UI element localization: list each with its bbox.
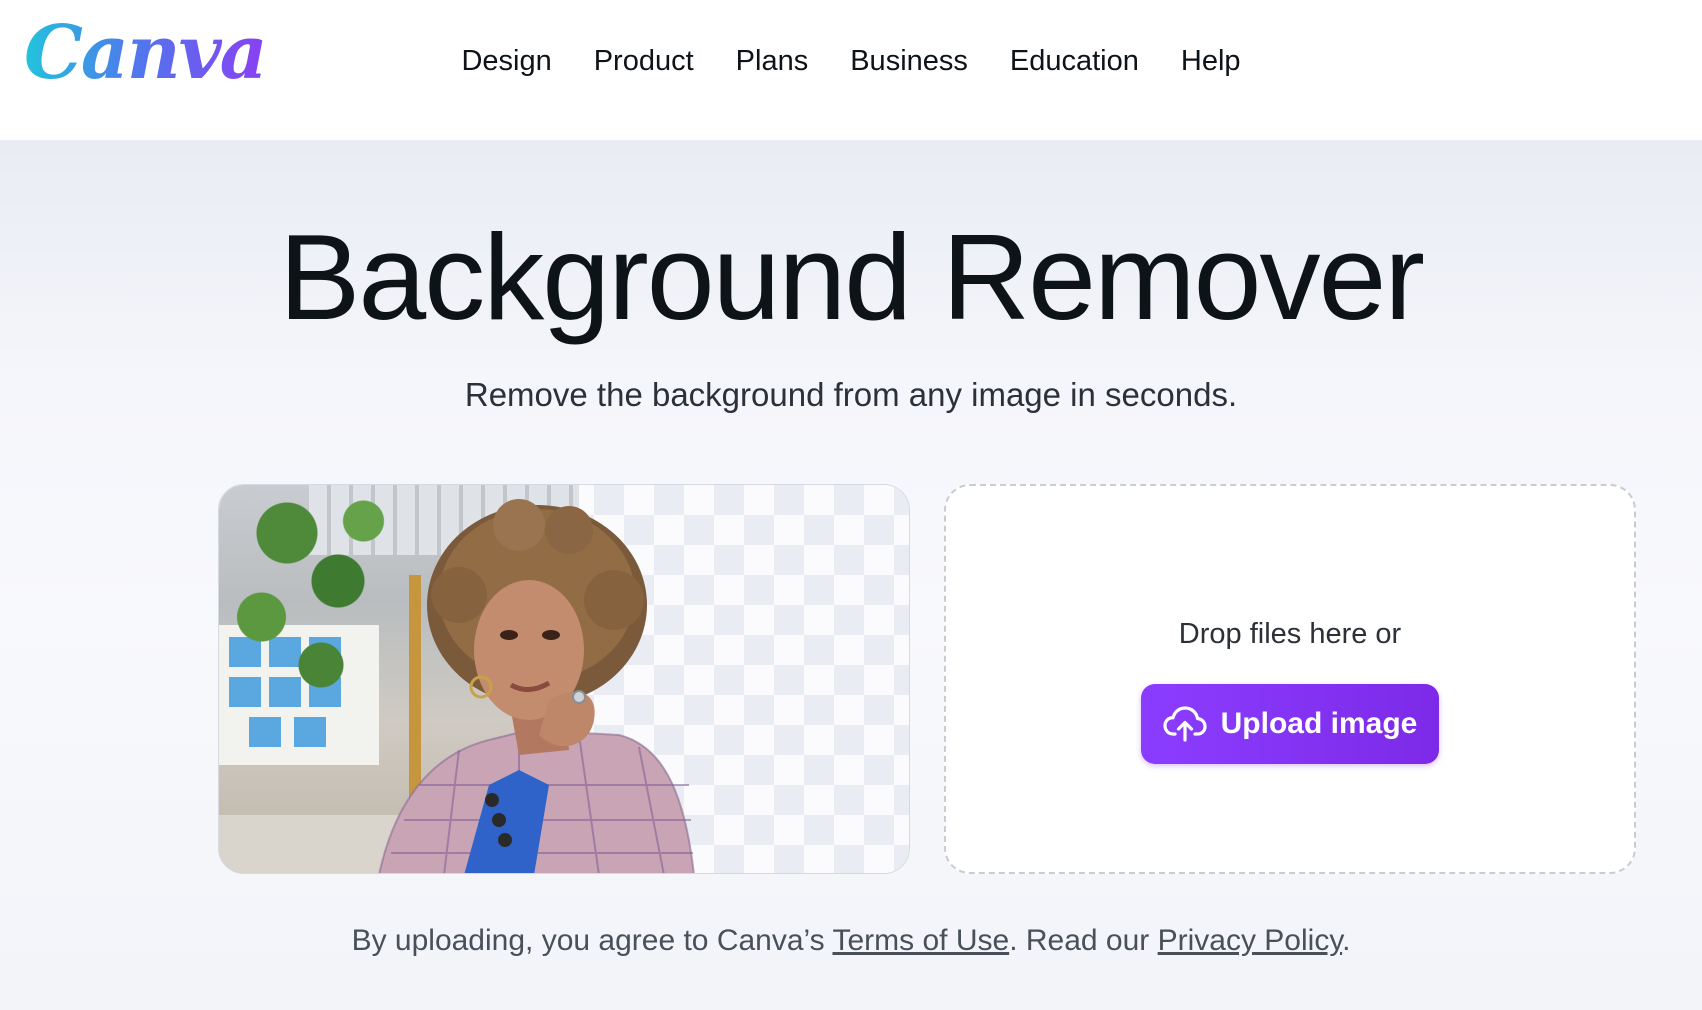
example-preview-image <box>218 484 910 874</box>
nav-item-help[interactable]: Help <box>1181 45 1241 78</box>
main-nav: Design Product Plans Business Education … <box>0 0 1702 122</box>
terms-of-use-link[interactable]: Terms of Use <box>832 924 1009 957</box>
file-drop-zone[interactable]: Drop files here or Upload image <box>944 484 1636 874</box>
upload-image-label: Upload image <box>1220 707 1418 740</box>
hero-section: Background Remover Remove the background… <box>0 140 1702 1010</box>
nav-item-plans[interactable]: Plans <box>736 45 809 78</box>
upload-image-button[interactable]: Upload image <box>1141 684 1439 764</box>
nav-item-product[interactable]: Product <box>594 45 694 78</box>
privacy-policy-link[interactable]: Privacy Policy <box>1158 924 1342 957</box>
terms-notice: By uploading, you agree to Canva’s Terms… <box>351 924 1351 957</box>
nav-item-business[interactable]: Business <box>850 45 968 78</box>
site-header: Canva Design Product Plans Business Educ… <box>0 0 1702 140</box>
nav-item-design[interactable]: Design <box>461 45 551 78</box>
cloud-upload-icon <box>1163 706 1207 742</box>
page-title: Background Remover <box>279 209 1425 345</box>
drop-files-text: Drop files here or <box>1178 618 1402 650</box>
nav-item-education[interactable]: Education <box>1010 45 1139 78</box>
page-subtitle: Remove the background from any image in … <box>464 376 1238 413</box>
person-portrait <box>378 499 695 873</box>
